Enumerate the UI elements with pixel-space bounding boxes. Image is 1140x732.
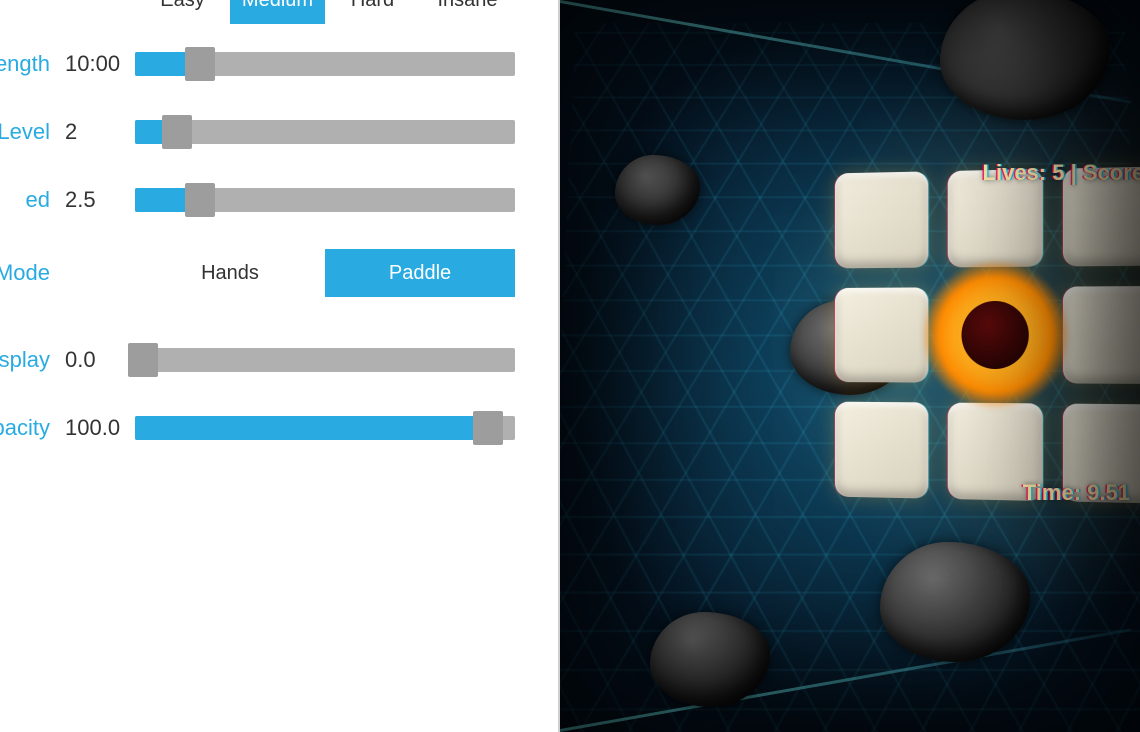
difficulty-option-insane[interactable]: Insane	[420, 0, 515, 24]
slider-track	[135, 120, 515, 144]
setting-value-length: 10:00	[60, 51, 135, 77]
brick	[947, 403, 1043, 501]
game-preview: Lives: 5 | Score Time: 9.51	[560, 0, 1140, 732]
setting-value-display: 0.0	[60, 347, 135, 373]
difficulty-option-medium[interactable]: Medium	[230, 0, 325, 24]
brick	[835, 402, 928, 499]
setting-value-speed: 2.5	[60, 187, 135, 213]
mode-option-hands[interactable]: Hands	[135, 249, 325, 297]
brick	[1063, 404, 1140, 504]
slider-length[interactable]	[135, 52, 515, 76]
mode-option-paddle[interactable]: Paddle	[325, 249, 515, 297]
brick	[1063, 166, 1140, 266]
brick	[835, 287, 928, 383]
setting-label-speed: ed	[0, 187, 60, 213]
slider-level[interactable]	[135, 120, 515, 144]
brick-wall	[835, 166, 1140, 503]
setting-row-opacity: Opacity100.0	[0, 394, 560, 462]
setting-row-display: Display0.0	[0, 326, 560, 394]
setting-row-speed: ed2.5	[0, 166, 560, 234]
settings-panel: EasyMediumHardInsane ength10:00Level2ed2…	[0, 0, 560, 732]
slider-speed[interactable]	[135, 188, 515, 212]
slider-fill	[135, 416, 488, 440]
slider-thumb[interactable]	[185, 47, 215, 81]
fireball	[947, 286, 1043, 383]
setting-label-level: Level	[0, 119, 60, 145]
setting-row-level: Level2	[0, 98, 560, 166]
slider-thumb[interactable]	[128, 343, 158, 377]
slider-thumb[interactable]	[162, 115, 192, 149]
slider-thumb[interactable]	[473, 411, 503, 445]
difficulty-option-easy[interactable]: Easy	[135, 0, 230, 24]
setting-value-opacity: 100.0	[60, 415, 135, 441]
slider-thumb[interactable]	[185, 183, 215, 217]
slider-opacity[interactable]	[135, 416, 515, 440]
setting-label-mode: Mode	[0, 260, 60, 286]
mode-toggle[interactable]: HandsPaddle	[135, 249, 515, 297]
setting-row-mode: Mode HandsPaddle	[0, 234, 560, 312]
setting-value-level: 2	[60, 119, 135, 145]
brick	[947, 169, 1043, 267]
brick	[1063, 286, 1140, 385]
slider-track	[135, 348, 515, 372]
difficulty-selector[interactable]: EasyMediumHardInsane	[135, 0, 515, 24]
difficulty-option-hard[interactable]: Hard	[325, 0, 420, 24]
setting-label-length: ength	[0, 51, 60, 77]
slider-display[interactable]	[135, 348, 515, 372]
setting-row-length: ength10:00	[0, 30, 560, 98]
brick	[835, 171, 928, 268]
setting-label-opacity: Opacity	[0, 415, 60, 441]
setting-label-display: Display	[0, 347, 60, 373]
